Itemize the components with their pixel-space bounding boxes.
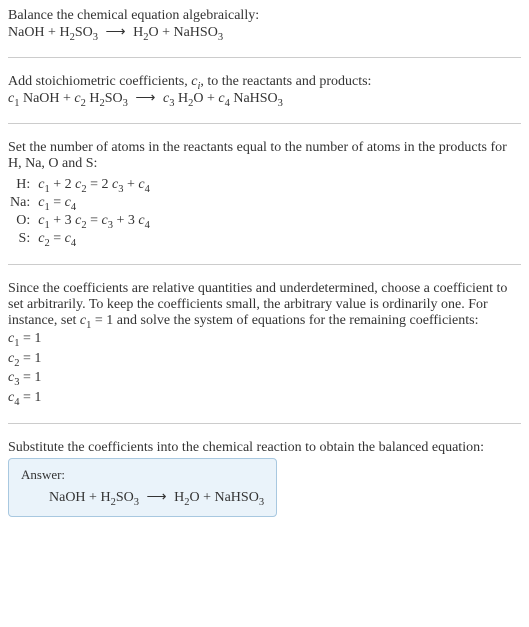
atoms-row: O:c1 + 3 c2 = c3 + 3 c4	[8, 212, 156, 230]
balanced-equation: NaOH + H2SO3 ⟶ H2O + NaHSO3	[21, 489, 264, 506]
eq-term: NaHSO	[214, 490, 258, 505]
eq-term: H	[100, 490, 110, 505]
eq-term: O	[189, 490, 199, 505]
coef-line: c1 = 1	[8, 329, 521, 349]
coef-line: c2 = 1	[8, 349, 521, 369]
eq-term: H	[133, 25, 143, 40]
atoms-row: Na:c1 = c4	[8, 194, 156, 212]
element-label: S:	[8, 230, 36, 248]
divider	[8, 57, 521, 58]
eq-sub: 3	[259, 497, 264, 508]
eq-term: NaHSO	[173, 25, 217, 40]
eq-term: NaHSO	[230, 91, 278, 106]
atoms-section: Set the number of atoms in the reactants…	[8, 140, 521, 248]
coef-equation: c1 NaOH + c2 H2SO3 ⟶ c3 H2O + c4 NaHSO3	[8, 90, 521, 107]
element-equation: c1 = c4	[36, 194, 156, 212]
divider	[8, 123, 521, 124]
arrow-icon: ⟶	[98, 25, 133, 40]
coef-line: c3 = 1	[8, 368, 521, 388]
eq-term: O +	[193, 91, 218, 106]
eq-term: NaOH +	[19, 91, 74, 106]
eq-term: H	[86, 91, 100, 106]
eq-term: H	[59, 25, 69, 40]
answer-box: Answer: NaOH + H2SO3 ⟶ H2O + NaHSO3	[8, 458, 277, 517]
solve-section: Since the coefficients are relative quan…	[8, 281, 521, 407]
eq-term: H	[174, 91, 188, 106]
text-fragment: Add stoichiometric coefficients,	[8, 74, 191, 89]
stoich-text: Add stoichiometric coefficients, ci, to …	[8, 74, 521, 90]
atoms-row: H:c1 + 2 c2 = 2 c3 + c4	[8, 176, 156, 194]
eq-term: SO	[116, 490, 134, 505]
intro-text: Balance the chemical equation algebraica…	[8, 8, 521, 24]
final-section: Substitute the coefficients into the che…	[8, 440, 521, 517]
eq-plus: +	[45, 25, 60, 40]
atoms-intro: Set the number of atoms in the reactants…	[8, 140, 521, 172]
arrow-icon: ⟶	[128, 91, 163, 106]
eq-plus: +	[200, 490, 215, 505]
final-text: Substitute the coefficients into the che…	[8, 440, 521, 456]
text-fragment: , to the reactants and products:	[200, 74, 371, 89]
eq-term: NaOH	[8, 25, 45, 40]
divider	[8, 423, 521, 424]
eq-sub: 3	[218, 32, 223, 43]
atoms-row: S:c2 = c4	[8, 230, 156, 248]
eq-plus: +	[159, 25, 174, 40]
unbalanced-equation: NaOH + H2SO3 ⟶ H2O + NaHSO3	[8, 24, 521, 41]
eq-term: SO	[105, 91, 123, 106]
solve-text: Since the coefficients are relative quan…	[8, 281, 521, 329]
eq-term: H	[174, 490, 184, 505]
element-equation: c1 + 2 c2 = 2 c3 + c4	[36, 176, 156, 194]
eq-term: NaOH	[49, 490, 86, 505]
arrow-icon: ⟶	[139, 490, 174, 505]
eq-term: O	[148, 25, 158, 40]
answer-label: Answer:	[21, 467, 264, 483]
intro-section: Balance the chemical equation algebraica…	[8, 8, 521, 41]
eq-sub: 3	[278, 98, 283, 109]
atoms-table: H:c1 + 2 c2 = 2 c3 + c4Na:c1 = c4O:c1 + …	[8, 176, 156, 248]
coef-values: c1 = 1c2 = 1c3 = 1c4 = 1	[8, 329, 521, 407]
element-label: O:	[8, 212, 36, 230]
element-label: H:	[8, 176, 36, 194]
element-equation: c1 + 3 c2 = c3 + 3 c4	[36, 212, 156, 230]
coef-line: c4 = 1	[8, 388, 521, 408]
divider	[8, 264, 521, 265]
element-equation: c2 = c4	[36, 230, 156, 248]
text-fragment: = 1 and solve the system of equations fo…	[91, 313, 478, 328]
eq-term: SO	[75, 25, 93, 40]
element-label: Na:	[8, 194, 36, 212]
stoich-section: Add stoichiometric coefficients, ci, to …	[8, 74, 521, 107]
eq-plus: +	[86, 490, 101, 505]
